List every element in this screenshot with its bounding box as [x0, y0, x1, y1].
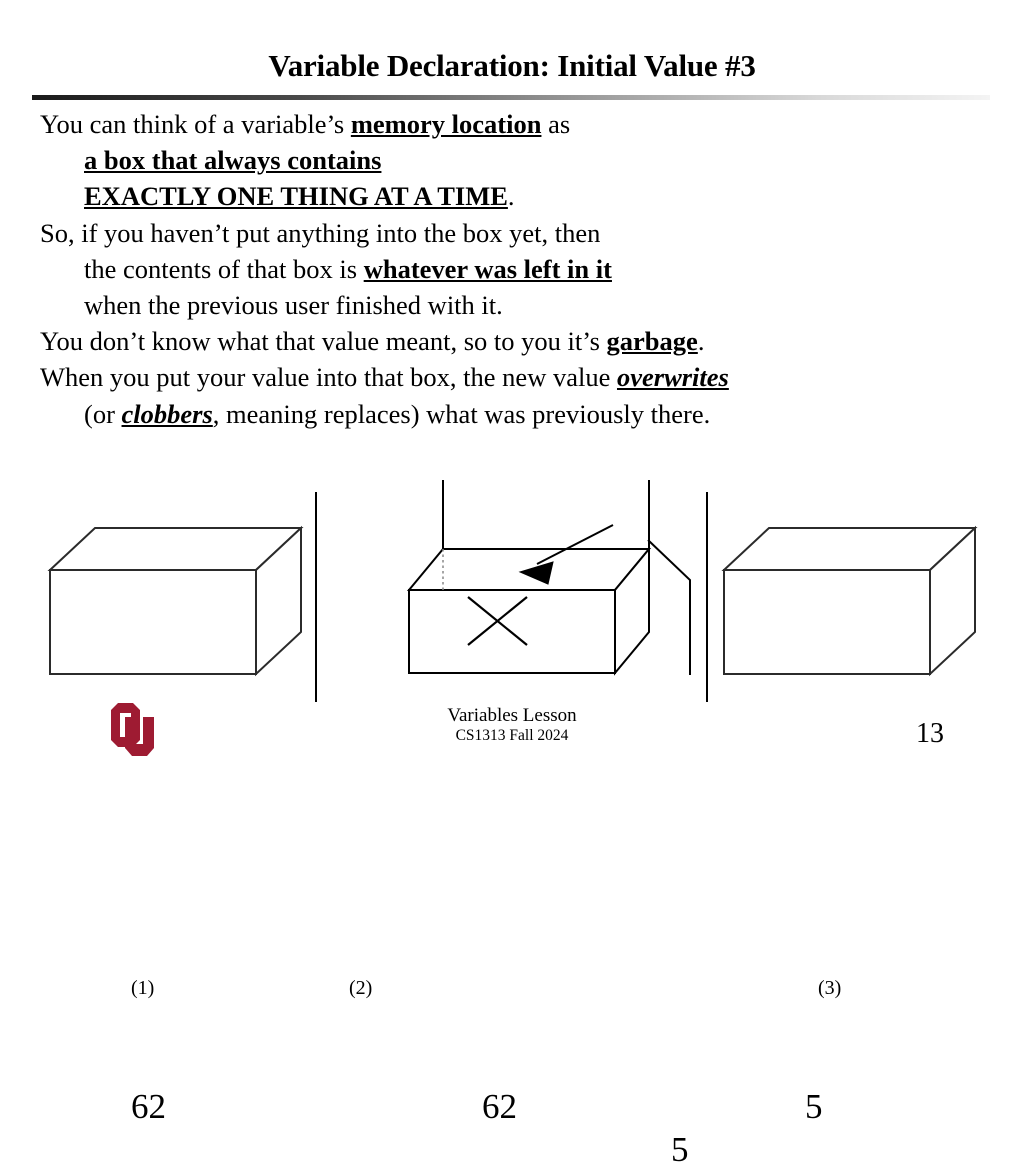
body-line-9-run-1: (or	[84, 398, 122, 429]
callout-leader-line	[647, 539, 691, 675]
body-line-4-run-1: So, if you haven’t put anything into the…	[40, 217, 601, 248]
body-line-8: When you put your value into that box, t…	[40, 359, 1000, 395]
boxes-diagram: (1) (2) (3) 62 62 5 5	[0, 480, 1024, 1169]
body-line-7-run-1: You don’t know what that value meant, so…	[40, 326, 607, 357]
body-line-9-run-2: clobbers	[121, 398, 213, 429]
body-line-1-run-2: memory location	[350, 109, 542, 139]
body-line-5-run-2: whatever was left in it	[363, 253, 612, 284]
body-line-3-run-2: .	[507, 181, 515, 212]
body-line-9-run-3: , meaning replaces) what was previously …	[212, 398, 711, 429]
panel-label-2: (2)	[349, 977, 373, 999]
body-line-4: So, if you haven’t put anything into the…	[40, 215, 1000, 251]
title-divider-rule	[32, 95, 990, 100]
box-3-front-face	[723, 569, 931, 675]
body-line-1-run-3: as	[541, 109, 571, 139]
panel-label-3: (3)	[818, 977, 842, 999]
body-line-7-run-3: .	[697, 326, 705, 357]
box-1-value: 62	[131, 1087, 166, 1126]
body-line-2-run-1: a box that always contains	[84, 145, 382, 176]
body-line-3: EXACTLY ONE THING AT A TIME.	[40, 178, 1000, 214]
box-2-value: 62	[482, 1087, 517, 1126]
box-3-value: 5	[805, 1087, 823, 1126]
page-title: Variable Declaration: Initial Value #3	[268, 48, 756, 83]
box-2-lid	[442, 480, 650, 550]
box-2-open	[406, 480, 652, 676]
body-line-6-run-1: when the previous user finished with it.	[84, 290, 503, 321]
box-3-closed	[721, 525, 978, 677]
body-line-2: a box that always contains	[40, 142, 1000, 178]
body-line-6: when the previous user finished with it.	[40, 287, 1000, 323]
body-line-1: You can think of a variable’s memory loc…	[40, 106, 1000, 142]
box-1-closed	[47, 525, 304, 677]
body-line-7: You don’t know what that value meant, so…	[40, 323, 1000, 359]
body-line-8-run-2: overwrites	[616, 362, 729, 393]
panel-label-1: (1)	[131, 977, 155, 999]
diagram-svg	[47, 480, 978, 702]
page-number: 13	[916, 718, 944, 749]
body-line-1-run-1: You can think of a variable’s	[40, 109, 351, 139]
slide-body-text: You can think of a variable’s memory loc…	[40, 106, 1000, 432]
body-line-5-run-1: the contents of that box is	[84, 253, 364, 284]
body-line-8-run-1: When you put your value into that box, t…	[40, 362, 617, 393]
box-1-front-face	[49, 569, 257, 675]
body-line-7-run-2: garbage	[606, 326, 698, 357]
body-line-9: (or clobbers, meaning replaces) what was…	[40, 396, 1000, 432]
incoming-value: 5	[671, 1130, 689, 1169]
ou-logo	[111, 703, 154, 756]
body-line-3-run-1: EXACTLY ONE THING AT A TIME	[84, 181, 508, 212]
body-line-5: the contents of that box is whatever was…	[40, 251, 1000, 287]
